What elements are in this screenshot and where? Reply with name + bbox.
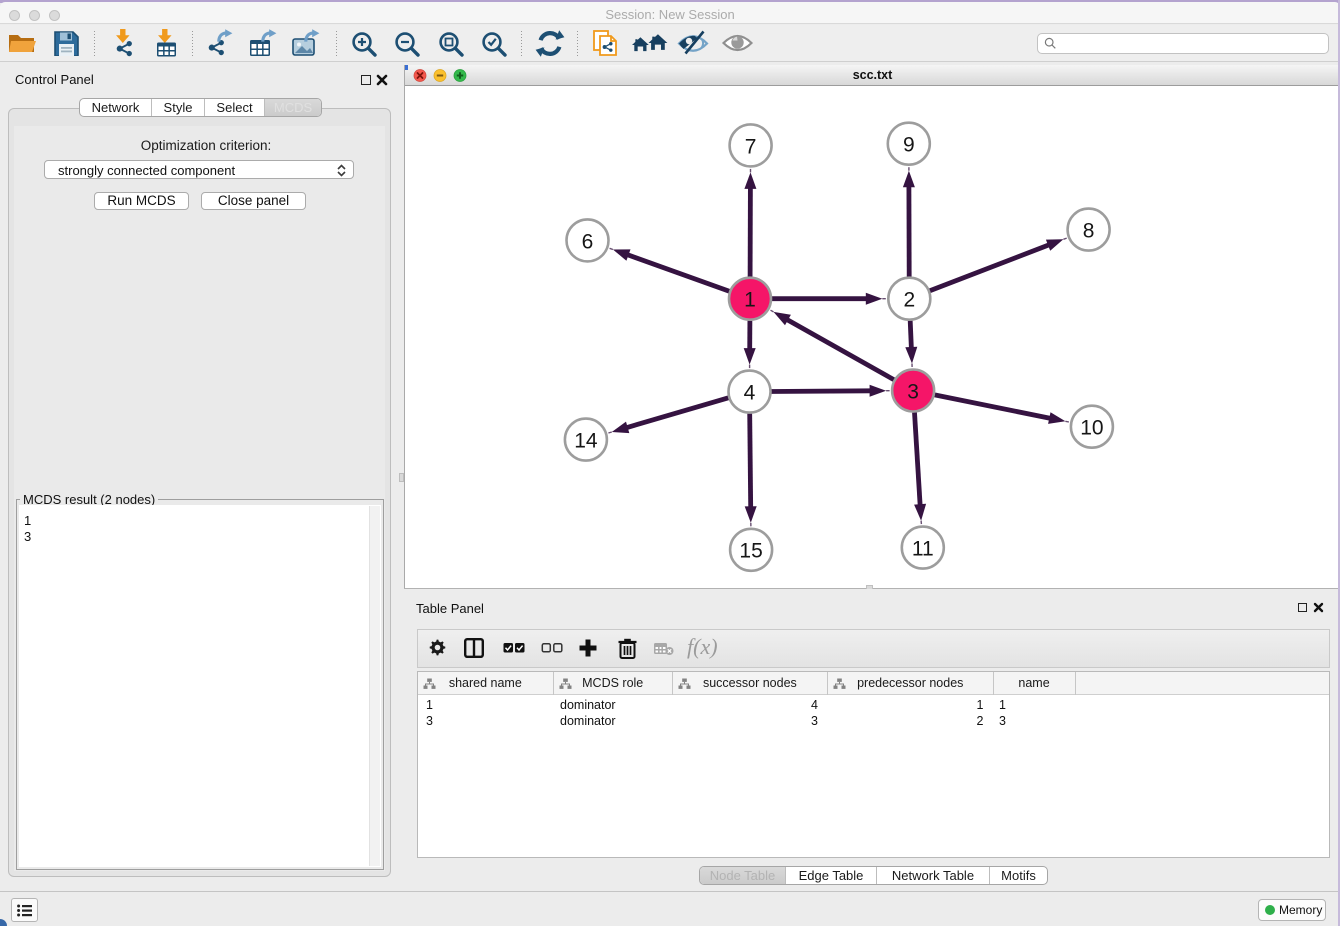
svg-text:6: 6	[582, 230, 594, 253]
svg-text:8: 8	[1083, 220, 1095, 243]
svg-text:7: 7	[745, 135, 757, 158]
svg-text:9: 9	[903, 134, 915, 157]
svg-text:15: 15	[739, 540, 762, 563]
svg-text:14: 14	[574, 430, 598, 453]
svg-text:4: 4	[744, 382, 756, 405]
svg-text:11: 11	[912, 538, 934, 561]
svg-text:1: 1	[744, 289, 756, 312]
svg-text:2: 2	[903, 289, 915, 312]
svg-text:3: 3	[907, 380, 919, 403]
svg-text:10: 10	[1080, 417, 1103, 440]
